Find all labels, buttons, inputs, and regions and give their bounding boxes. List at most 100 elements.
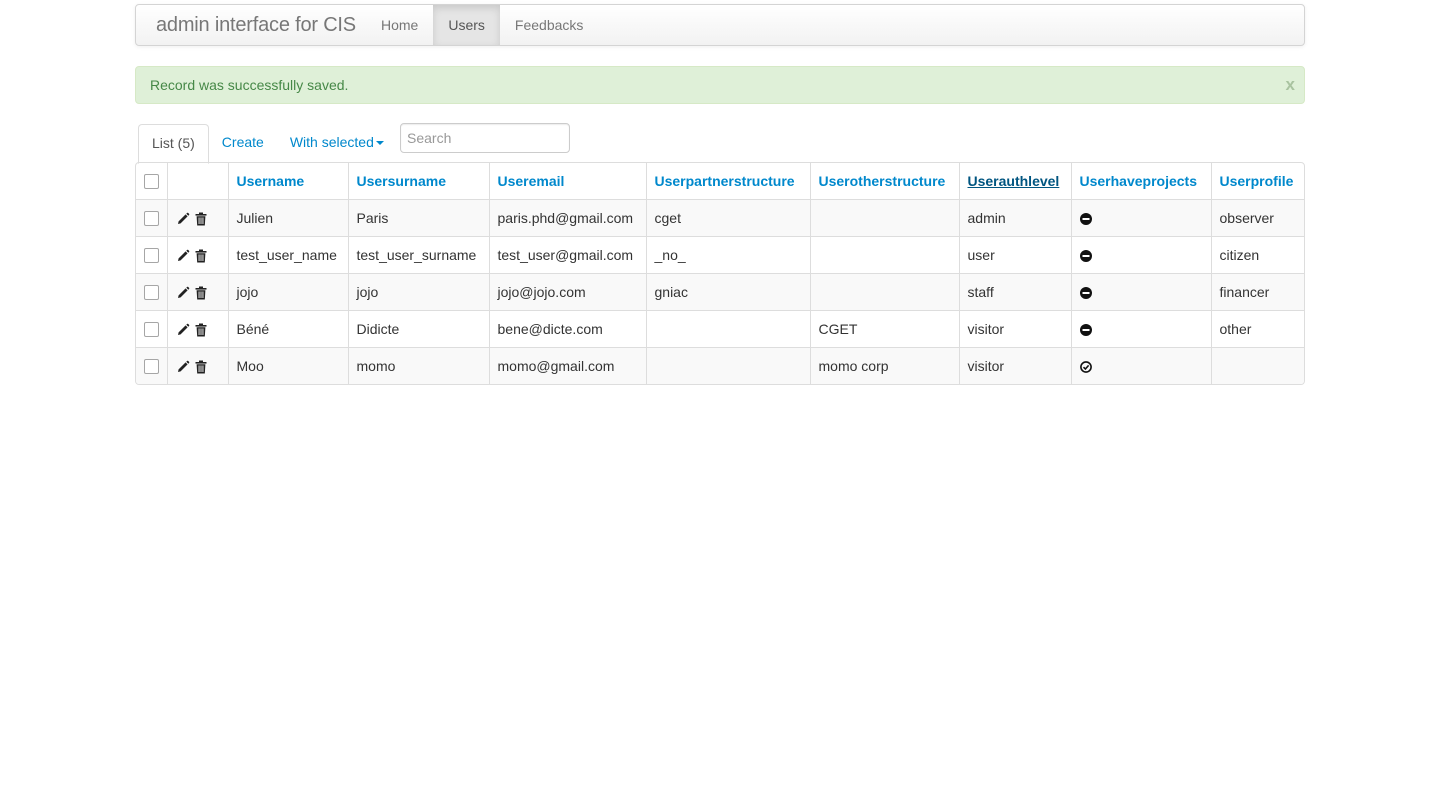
cell-useremail: test_user@gmail.com — [488, 236, 646, 274]
cell-userprofile: other — [1210, 310, 1304, 348]
minus-circle-icon — [1079, 324, 1092, 337]
with-selected-dropdown[interactable]: With selected — [277, 124, 397, 161]
cell-userhaveprojects — [1070, 199, 1211, 237]
pencil-icon[interactable] — [176, 249, 190, 263]
row-actions-cell — [166, 199, 228, 237]
alert-close-button[interactable]: x — [1286, 67, 1295, 103]
tab-list[interactable]: List (5) — [138, 124, 209, 164]
users-table: Username Usersurname Useremail Userpartn… — [136, 163, 1304, 384]
cell-userpartnerstructure: cget — [645, 199, 810, 237]
cell-userauthlevel: user — [958, 236, 1071, 274]
minus-circle-icon — [1079, 250, 1092, 263]
cell-username: test_user_name — [227, 236, 348, 274]
column-header-userotherstructure[interactable]: Userotherstructure — [809, 163, 959, 200]
table-row: Béné Didicte bene@dicte.com CGET visitor othe… — [136, 310, 1304, 348]
users-table-wrapper: Username Usersurname Useremail Userpartn… — [135, 162, 1305, 385]
row-select-cell — [136, 310, 167, 348]
row-select-cell — [136, 199, 167, 237]
table-row: test_user_name test_user_surname test_user… — [136, 236, 1304, 274]
cell-userhaveprojects — [1070, 310, 1211, 348]
cell-username: Julien — [227, 199, 348, 237]
cell-userhaveprojects — [1070, 273, 1211, 311]
cell-usersurname: test_user_surname — [347, 236, 489, 274]
cell-useremail: paris.phd@gmail.com — [488, 199, 646, 237]
search-input[interactable] — [400, 123, 570, 153]
cell-usersurname: jojo — [347, 273, 489, 311]
actions-header — [166, 163, 228, 200]
table-row: Julien Paris paris.phd@gmail.com cget admin o… — [136, 199, 1304, 237]
column-header-userprofile[interactable]: Userprofile — [1210, 163, 1304, 200]
column-header-useremail[interactable]: Useremail — [488, 163, 646, 200]
cell-username: jojo — [227, 273, 348, 311]
minus-circle-icon — [1079, 213, 1092, 226]
cell-usersurname: Didicte — [347, 310, 489, 348]
trash-icon[interactable] — [195, 212, 207, 226]
nav-item-users[interactable]: Users — [433, 5, 500, 45]
cell-useremail: bene@dicte.com — [488, 310, 646, 348]
table-row: Moo momo momo@gmail.com momo corp visitor — [136, 347, 1304, 384]
view-tabs: List (5) Create With selected — [138, 124, 397, 164]
column-header-userhaveprojects[interactable]: Userhaveprojects — [1070, 163, 1211, 200]
trash-icon[interactable] — [195, 323, 207, 337]
pencil-icon[interactable] — [176, 212, 190, 226]
table-header-row: Username Usersurname Useremail Userpartn… — [136, 163, 1304, 200]
row-checkbox[interactable] — [144, 322, 159, 338]
cell-userotherstructure: momo corp — [809, 347, 959, 384]
row-select-cell — [136, 273, 167, 311]
row-checkbox[interactable] — [144, 359, 159, 375]
column-header-userpartnerstructure[interactable]: Userpartnerstructure — [645, 163, 810, 200]
cell-userprofile: financer — [1210, 273, 1304, 311]
cell-userauthlevel: admin — [958, 199, 1071, 237]
column-header-username[interactable]: Username — [227, 163, 348, 200]
row-checkbox[interactable] — [144, 248, 159, 264]
select-all-checkbox[interactable] — [144, 174, 159, 190]
cell-userauthlevel: visitor — [958, 347, 1071, 384]
cell-userprofile: citizen — [1210, 236, 1304, 274]
row-checkbox[interactable] — [144, 285, 159, 301]
cell-useremail: jojo@jojo.com — [488, 273, 646, 311]
row-checkbox[interactable] — [144, 211, 159, 227]
nav-item-feedbacks[interactable]: Feedbacks — [500, 5, 598, 45]
cell-userotherstructure — [809, 199, 959, 237]
cell-usersurname: momo — [347, 347, 489, 384]
tab-create[interactable]: Create — [209, 124, 277, 161]
pencil-icon[interactable] — [176, 286, 190, 300]
cell-userauthlevel: staff — [958, 273, 1071, 311]
cell-useremail: momo@gmail.com — [488, 347, 646, 384]
brand-title[interactable]: admin interface for CIS — [156, 5, 356, 45]
check-circle-icon — [1079, 361, 1092, 374]
table-row: jojo jojo jojo@jojo.com gniac staff financer — [136, 273, 1304, 311]
row-actions-cell — [166, 236, 228, 274]
cell-userpartnerstructure: _no_ — [645, 236, 810, 274]
column-header-userauthlevel[interactable]: Userauthlevel — [958, 163, 1071, 200]
nav-item-home[interactable]: Home — [366, 5, 433, 45]
pencil-icon[interactable] — [176, 323, 190, 337]
table-body: Julien Paris paris.phd@gmail.com cget admin o… — [136, 199, 1304, 384]
cell-userotherstructure — [809, 236, 959, 274]
trash-icon[interactable] — [195, 360, 207, 374]
with-selected-label: With selected — [289, 134, 374, 150]
row-select-cell — [136, 236, 167, 274]
row-actions-cell — [166, 310, 228, 348]
cell-userotherstructure — [809, 273, 959, 311]
select-all-cell — [136, 163, 167, 200]
cell-userprofile — [1210, 347, 1304, 384]
cell-userotherstructure: CGET — [809, 310, 959, 348]
cell-userhaveprojects — [1070, 236, 1211, 274]
cell-userpartnerstructure — [645, 347, 810, 384]
row-actions-cell — [166, 273, 228, 311]
cell-username: Moo — [227, 347, 348, 384]
cell-userpartnerstructure — [645, 310, 810, 348]
pencil-icon[interactable] — [176, 360, 190, 374]
row-actions-cell — [166, 347, 228, 384]
column-header-usersurname[interactable]: Usersurname — [347, 163, 489, 200]
cell-usersurname: Paris — [347, 199, 489, 237]
trash-icon[interactable] — [195, 286, 207, 300]
cell-userauthlevel: visitor — [958, 310, 1071, 348]
cell-userpartnerstructure: gniac — [645, 273, 810, 311]
minus-circle-icon — [1079, 287, 1092, 300]
trash-icon[interactable] — [195, 249, 207, 263]
navbar: admin interface for CIS Home Users Feedb… — [135, 4, 1305, 46]
main-nav: Home Users Feedbacks — [366, 5, 598, 45]
caret-down-icon — [375, 141, 384, 146]
